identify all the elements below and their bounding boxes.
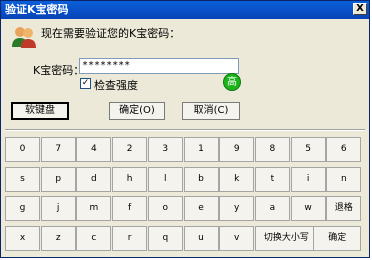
key-h[interactable]: h xyxy=(112,166,148,192)
key-e[interactable]: e xyxy=(183,196,219,221)
window-title: 验证K宝密码 xyxy=(5,3,69,16)
key-z[interactable]: z xyxy=(40,225,76,251)
key-u[interactable]: u xyxy=(183,225,219,251)
key-c[interactable]: c xyxy=(76,225,112,251)
caps-toggle-key[interactable]: 切换大小写 xyxy=(254,225,318,251)
key-o[interactable]: o xyxy=(147,196,183,221)
soft-keypad: 0 7 4 2 3 1 9 8 5 6 s p d h l b k t i n g j m f o e y a w x z c r q u v 退格 切换… xyxy=(5,137,362,254)
key-8[interactable]: 8 xyxy=(254,137,290,162)
title-bar[interactable]: 验证K宝密码 X xyxy=(1,1,369,19)
key-9[interactable]: 9 xyxy=(219,137,255,162)
key-a[interactable]: a xyxy=(254,196,290,221)
key-l[interactable]: l xyxy=(147,166,183,192)
soft-keyboard-button[interactable]: 软键盘 xyxy=(11,102,69,120)
password-field[interactable]: ******** xyxy=(79,58,239,74)
backspace-key[interactable]: 退格 xyxy=(326,196,362,221)
key-i[interactable]: i xyxy=(290,166,326,192)
divider xyxy=(5,129,365,131)
key-j[interactable]: j xyxy=(40,196,76,221)
key-r[interactable]: r xyxy=(112,225,148,251)
strength-badge: 高 xyxy=(223,73,241,91)
dialog-window: 验证K宝密码 X 现在需要验证您的K宝密码： K宝密码： ******** 高 … xyxy=(0,0,370,258)
close-button[interactable]: X xyxy=(353,3,367,15)
check-strength-label[interactable]: 检查强度 xyxy=(94,77,138,93)
key-3[interactable]: 3 xyxy=(147,137,183,162)
key-b[interactable]: b xyxy=(183,166,219,192)
key-1[interactable]: 1 xyxy=(183,137,219,162)
key-w[interactable]: w xyxy=(290,196,326,221)
key-x[interactable]: x xyxy=(5,225,40,251)
password-label: K宝密码： xyxy=(33,64,85,77)
key-f[interactable]: f xyxy=(112,196,148,221)
cancel-button[interactable]: 取消(C) xyxy=(182,102,240,120)
key-t[interactable]: t xyxy=(254,166,290,192)
check-strength-checkbox[interactable]: ✓ xyxy=(80,78,91,89)
key-g[interactable]: g xyxy=(5,196,40,221)
users-icon xyxy=(12,27,36,48)
enter-key[interactable]: 确定 xyxy=(313,225,362,251)
key-v[interactable]: v xyxy=(219,225,255,251)
key-k[interactable]: k xyxy=(219,166,255,192)
ok-button[interactable]: 确定(O) xyxy=(109,102,165,120)
key-7[interactable]: 7 xyxy=(40,137,76,162)
key-5[interactable]: 5 xyxy=(290,137,326,162)
key-q[interactable]: q xyxy=(147,225,183,251)
key-y[interactable]: y xyxy=(219,196,255,221)
key-n[interactable]: n xyxy=(326,166,362,192)
key-6[interactable]: 6 xyxy=(326,137,362,162)
key-2[interactable]: 2 xyxy=(112,137,148,162)
key-d[interactable]: d xyxy=(76,166,112,192)
key-p[interactable]: p xyxy=(40,166,76,192)
key-0[interactable]: 0 xyxy=(5,137,40,162)
verify-prompt: 现在需要验证您的K宝密码： xyxy=(41,27,181,40)
key-s[interactable]: s xyxy=(5,166,40,192)
key-m[interactable]: m xyxy=(76,196,112,221)
key-4[interactable]: 4 xyxy=(76,137,112,162)
